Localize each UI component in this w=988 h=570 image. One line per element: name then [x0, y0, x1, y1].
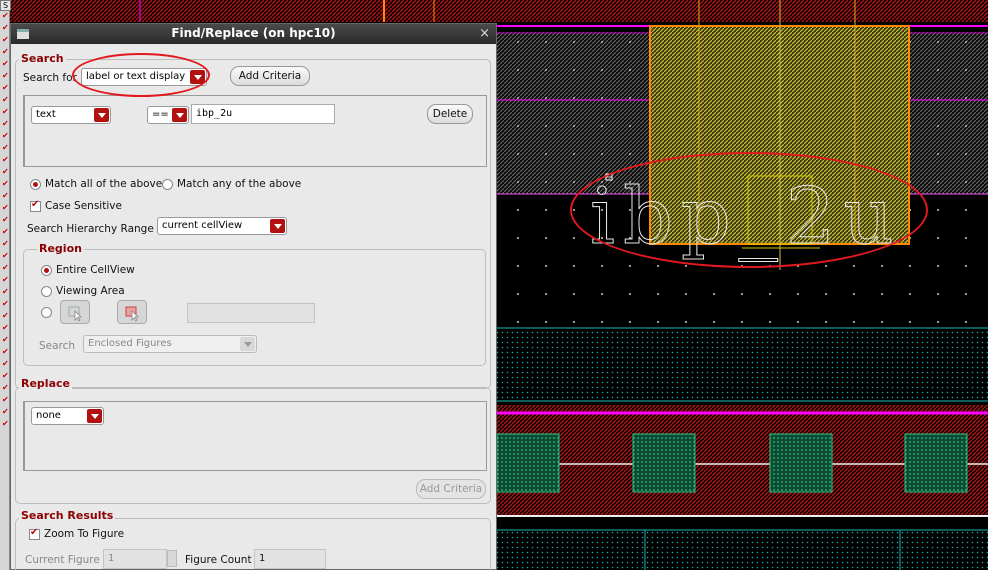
check-mark-icon: ✔	[2, 35, 9, 44]
check-mark-icon: ✔	[2, 407, 9, 416]
match-any-label: Match any of the above	[177, 178, 302, 190]
criteria-property-select[interactable]: text	[31, 106, 111, 124]
title-bar[interactable]: Find/Replace (on hpc10) ×	[11, 24, 496, 44]
current-figure-field[interactable]: 1	[103, 549, 167, 569]
figure-count-label: Figure Count	[185, 554, 252, 566]
replace-value: none	[36, 410, 61, 421]
zoom-to-figure-checkbox[interactable]	[29, 527, 40, 540]
replace-group-label: Replace	[19, 377, 72, 390]
case-sensitive-label: Case Sensitive	[45, 200, 122, 212]
custom-region-radio[interactable]	[41, 307, 52, 318]
figure-count-field: 1	[254, 549, 326, 569]
check-mark-icon: ✔	[2, 251, 9, 260]
check-mark-icon: ✔	[2, 359, 9, 368]
delete-criteria-button[interactable]: Delete	[427, 104, 473, 124]
check-mark-icon: ✔	[2, 287, 9, 296]
criteria-value-field[interactable]: ibp_2u	[191, 104, 335, 124]
check-mark-icon: ✔	[2, 395, 9, 404]
criteria-operator-select[interactable]: ==	[147, 106, 189, 124]
results-group-label: Search Results	[19, 509, 116, 522]
check-mark-icon: ✔	[2, 323, 9, 332]
replace-select[interactable]: none	[31, 407, 104, 425]
check-mark-icon: ✔	[2, 191, 9, 200]
search-for-label: Search for	[23, 72, 77, 84]
check-mark-icon: ✔	[2, 299, 9, 308]
hierarchy-range-value: current cellView	[162, 220, 243, 231]
viewing-area-label: Viewing Area	[56, 285, 125, 297]
replace-add-criteria-button[interactable]: Add Criteria	[416, 479, 486, 499]
check-mark-icon: ✔	[2, 71, 9, 80]
check-mark-icon: ✔	[2, 95, 9, 104]
region-search-label: Search	[39, 340, 76, 352]
add-criteria-button[interactable]: Add Criteria	[230, 66, 310, 86]
annotation-ellipse-label	[570, 152, 928, 268]
chevron-down-icon	[172, 108, 187, 122]
check-mark-icon: ✔	[2, 311, 9, 320]
zoom-to-figure-label: Zoom To Figure	[44, 528, 125, 540]
chevron-down-icon	[270, 219, 285, 233]
entire-cellview-label: Entire CellView	[56, 264, 135, 276]
check-mark-icon: ✔	[2, 263, 9, 272]
chevron-down-icon	[94, 108, 109, 122]
select-figure-button[interactable]	[117, 300, 147, 324]
pointer-icon	[68, 306, 82, 322]
check-mark-icon: ✔	[2, 419, 9, 428]
match-all-label: Match all of the above	[45, 178, 163, 190]
parent-window-strip: S ✔ ✔ ✔ ✔ ✔ ✔ ✔ ✔ ✔ ✔ ✔ ✔ ✔ ✔ ✔ ✔ ✔ ✔ ✔ ✔ ✔ ✔ ✔ ✔ ✔ ✔ ✔ ✔ ✔ ✔ ✔ ✔ ✔ ✔ ✔	[0, 0, 11, 570]
check-mark-icon: ✔	[2, 83, 9, 92]
current-figure-label: Current Figure	[25, 554, 100, 566]
hierarchy-range-label: Search Hierarchy Range	[27, 223, 154, 235]
check-mark-icon: ✔	[2, 227, 9, 236]
check-mark-icon: ✔	[2, 275, 9, 284]
check-mark-icon: ✔	[2, 119, 9, 128]
check-mark-icon: ✔	[2, 383, 9, 392]
check-mark-icon: ✔	[2, 335, 9, 344]
region-search-value: Enclosed Figures	[88, 338, 172, 349]
region-coordinates-field[interactable]	[187, 303, 315, 323]
chevron-down-icon	[87, 409, 102, 423]
find-replace-dialog: Find/Replace (on hpc10) × Search Search …	[10, 23, 497, 570]
criteria-property-value: text	[36, 109, 56, 120]
check-mark-icon: ✔	[2, 239, 9, 248]
close-icon[interactable]: ×	[479, 26, 490, 41]
check-mark-icon: ✔	[2, 155, 9, 164]
parent-corner-label: S	[0, 0, 11, 11]
current-figure-spinner[interactable]	[167, 550, 177, 567]
chevron-down-icon	[240, 337, 255, 351]
criteria-operator-value: ==	[152, 109, 169, 120]
case-sensitive-checkbox[interactable]	[30, 199, 41, 212]
pointer-red-icon	[125, 306, 139, 322]
viewing-area-radio[interactable]	[41, 286, 52, 297]
hierarchy-range-select[interactable]: current cellView	[157, 217, 287, 235]
check-mark-icon: ✔	[2, 347, 9, 356]
check-mark-icon: ✔	[2, 143, 9, 152]
check-mark-icon: ✔	[2, 179, 9, 188]
match-any-radio[interactable]	[162, 179, 173, 190]
region-group-label: Region	[37, 242, 84, 255]
check-mark-icon: ✔	[2, 371, 9, 380]
region-search-select[interactable]: Enclosed Figures	[83, 335, 257, 353]
check-mark-icon: ✔	[2, 167, 9, 176]
check-mark-icon: ✔	[2, 215, 9, 224]
annotation-ellipse-search-for	[72, 53, 210, 97]
search-group-label: Search	[19, 52, 66, 65]
check-mark-icon: ✔	[2, 203, 9, 212]
select-area-button[interactable]	[60, 300, 90, 324]
check-mark-icon: ✔	[2, 59, 9, 68]
match-all-radio[interactable]	[30, 179, 41, 190]
check-mark-icon: ✔	[2, 131, 9, 140]
check-mark-icon: ✔	[2, 47, 9, 56]
entire-cellview-radio[interactable]	[41, 265, 52, 276]
check-mark-icon: ✔	[2, 11, 9, 20]
check-mark-icon: ✔	[2, 107, 9, 116]
check-mark-icon: ✔	[2, 23, 9, 32]
window-title: Find/Replace (on hpc10)	[171, 26, 336, 40]
